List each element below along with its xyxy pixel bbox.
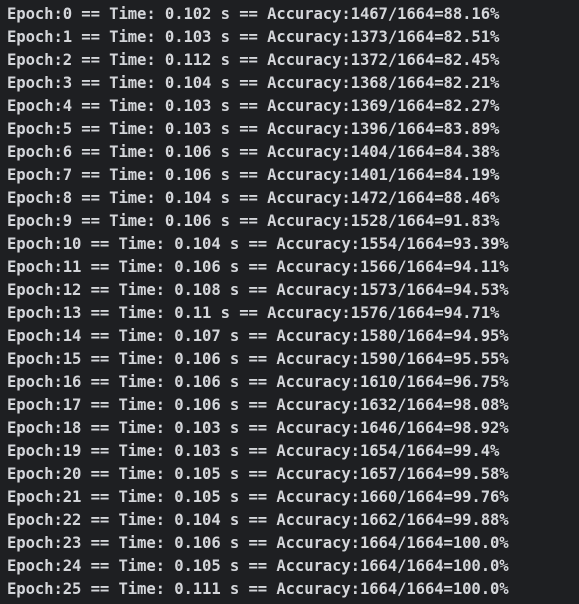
log-line: Epoch:15 == Time: 0.106 s == Accuracy:15… (7, 350, 509, 368)
log-line: Epoch:23 == Time: 0.106 s == Accuracy:16… (7, 534, 509, 552)
log-line: Epoch:22 == Time: 0.104 s == Accuracy:16… (7, 511, 509, 529)
log-line: Epoch:14 == Time: 0.107 s == Accuracy:15… (7, 327, 509, 345)
log-line: Epoch:5 == Time: 0.103 s == Accuracy:139… (7, 120, 500, 138)
log-line: Epoch:13 == Time: 0.11 s == Accuracy:157… (7, 304, 500, 322)
log-line: Epoch:21 == Time: 0.105 s == Accuracy:16… (7, 488, 509, 506)
terminal-output[interactable]: Epoch:0 == Time: 0.102 s == Accuracy:146… (0, 0, 579, 604)
log-line: Epoch:2 == Time: 0.112 s == Accuracy:137… (7, 51, 500, 69)
log-line: Epoch:18 == Time: 0.103 s == Accuracy:16… (7, 419, 509, 437)
log-line: Epoch:0 == Time: 0.102 s == Accuracy:146… (7, 5, 500, 23)
log-line: Epoch:11 == Time: 0.106 s == Accuracy:15… (7, 258, 509, 276)
log-line: Epoch:3 == Time: 0.104 s == Accuracy:136… (7, 74, 500, 92)
log-line: Epoch:4 == Time: 0.103 s == Accuracy:136… (7, 97, 500, 115)
log-line: Epoch:16 == Time: 0.106 s == Accuracy:16… (7, 373, 509, 391)
log-line: Epoch:8 == Time: 0.104 s == Accuracy:147… (7, 189, 500, 207)
log-line: Epoch:24 == Time: 0.105 s == Accuracy:16… (7, 557, 509, 575)
log-line: Epoch:20 == Time: 0.105 s == Accuracy:16… (7, 465, 509, 483)
log-line: Epoch:1 == Time: 0.103 s == Accuracy:137… (7, 28, 500, 46)
log-line: Epoch:10 == Time: 0.104 s == Accuracy:15… (7, 235, 509, 253)
log-line: Epoch:6 == Time: 0.106 s == Accuracy:140… (7, 143, 500, 161)
log-line: Epoch:19 == Time: 0.103 s == Accuracy:16… (7, 442, 500, 460)
log-line: Epoch:9 == Time: 0.106 s == Accuracy:152… (7, 212, 500, 230)
log-line: Epoch:7 == Time: 0.106 s == Accuracy:140… (7, 166, 500, 184)
log-line: Epoch:12 == Time: 0.108 s == Accuracy:15… (7, 281, 509, 299)
log-line: Epoch:25 == Time: 0.111 s == Accuracy:16… (7, 580, 509, 598)
log-line: Epoch:17 == Time: 0.106 s == Accuracy:16… (7, 396, 509, 414)
